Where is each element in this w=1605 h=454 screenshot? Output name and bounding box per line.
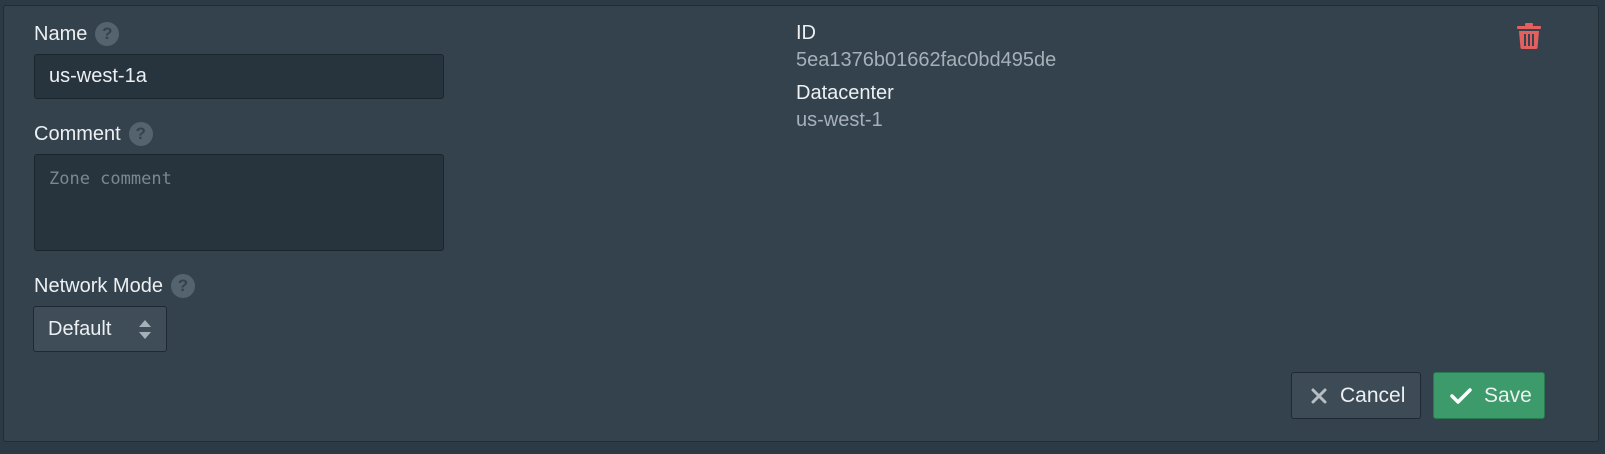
name-label: Name [34,22,88,45]
network-mode-selected: Default [48,317,112,340]
comment-textarea[interactable] [34,154,444,251]
name-label-row: Name ? [34,20,120,48]
cancel-label: Cancel [1340,383,1406,407]
id-value: 5ea1376b01662fac0bd495de [796,49,1057,71]
trash-icon[interactable] [1517,23,1541,49]
select-updown-icon [139,320,151,339]
id-label: ID [796,22,816,44]
zone-settings-panel: Name ? Comment ? Network Mode ? Default … [3,5,1599,442]
network-mode-label: Network Mode [34,274,163,297]
comment-help-icon[interactable]: ? [128,122,153,146]
name-help-icon[interactable]: ? [95,22,120,46]
comment-label: Comment [34,122,121,145]
name-input[interactable] [34,54,444,99]
datacenter-value: us-west-1 [796,109,883,131]
network-mode-help-icon[interactable]: ? [170,274,195,298]
close-icon [1311,388,1327,403]
save-label: Save [1484,383,1532,407]
datacenter-label: Datacenter [796,82,894,104]
comment-label-row: Comment ? [34,120,153,148]
network-mode-select[interactable]: Default [33,306,167,352]
cancel-button[interactable]: Cancel [1291,372,1421,419]
network-mode-label-row: Network Mode ? [34,272,195,300]
checkmark-icon [1450,387,1472,404]
save-button[interactable]: Save [1433,372,1545,419]
